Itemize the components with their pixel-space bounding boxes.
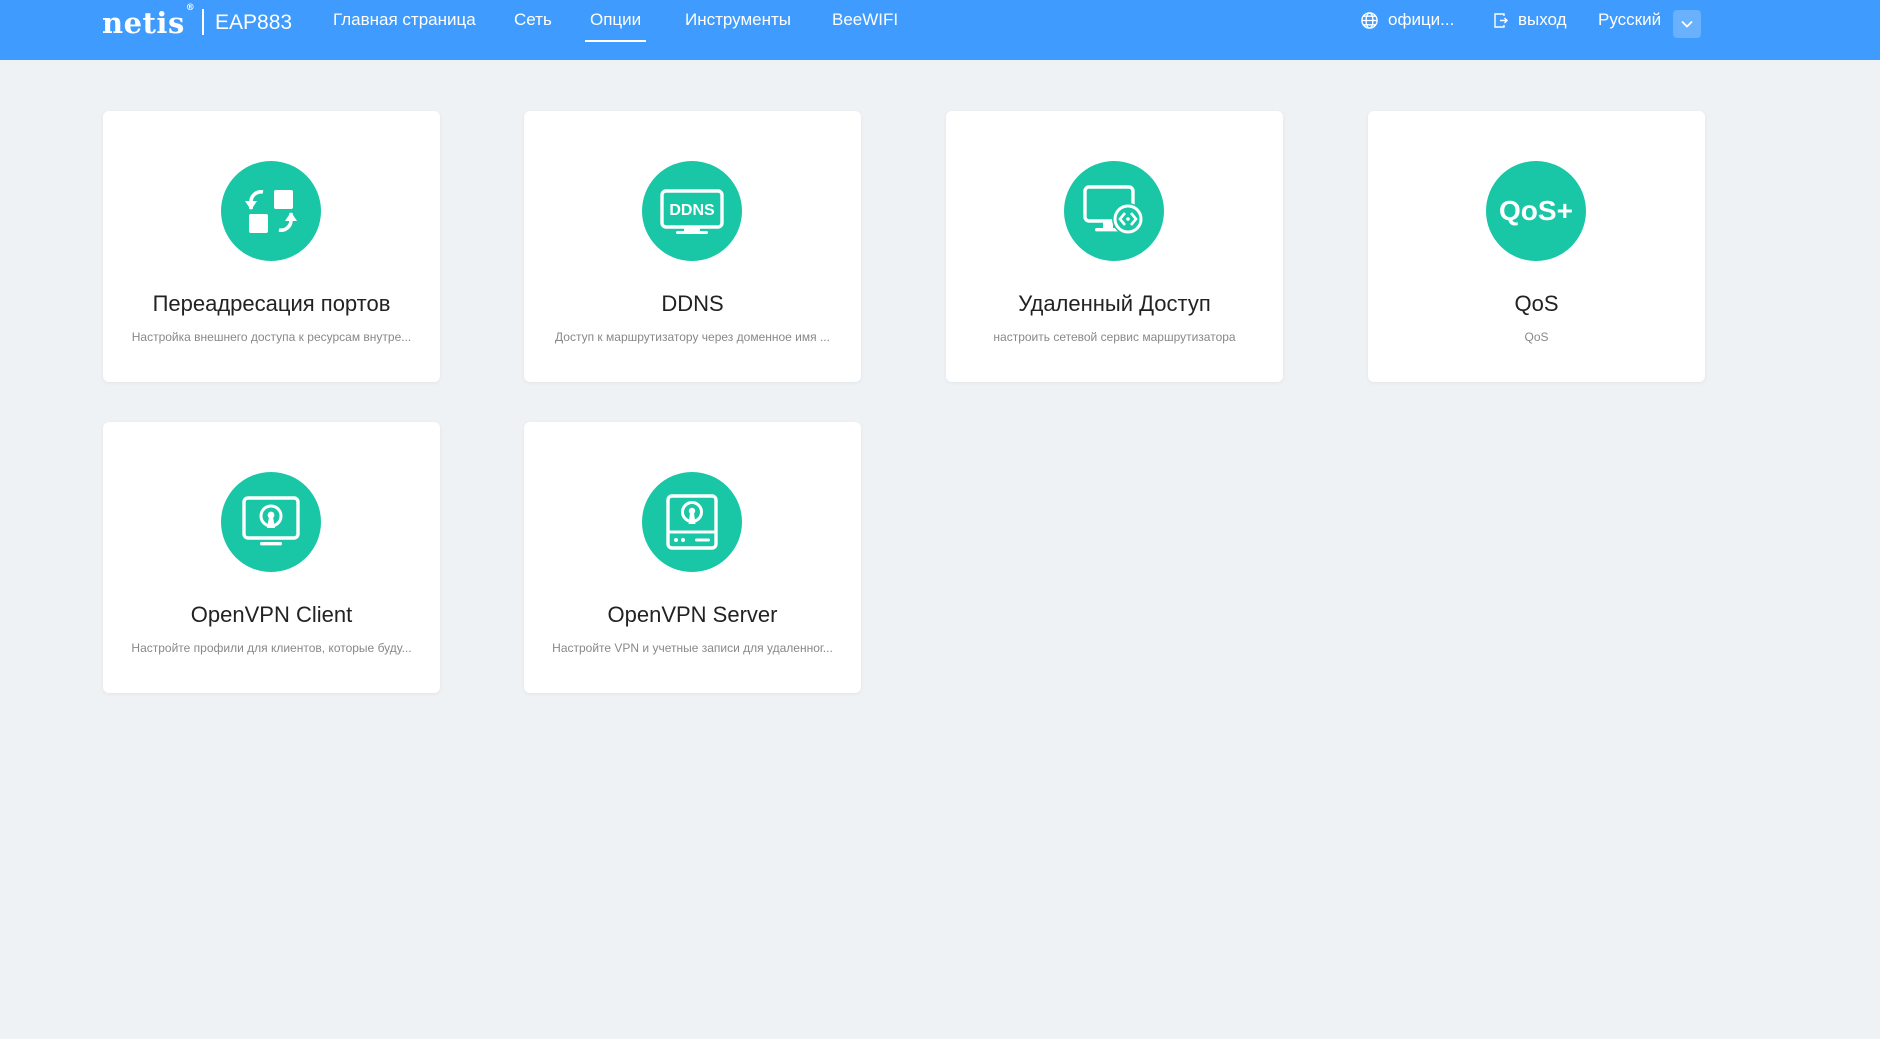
card-description: Настройте профили для клиентов, которые …	[131, 641, 412, 655]
nav-item-home[interactable]: Главная страница	[333, 10, 476, 30]
ddns-icon: DDNS	[642, 161, 742, 261]
qos-icon: QoS+	[1486, 161, 1586, 261]
nav-item-options[interactable]: Опции	[584, 10, 647, 42]
openvpn-client-icon	[221, 472, 321, 572]
globe-icon	[1361, 11, 1378, 29]
card-title: OpenVPN Client	[190, 602, 353, 627]
top-navigation-bar: netis® EAP883 Главная страница Сеть Опци…	[0, 0, 1880, 60]
card-title: OpenVPN Server	[607, 602, 778, 627]
card-qos[interactable]: QoS+ QoS QoS	[1368, 111, 1705, 382]
brand-name: netis	[102, 6, 185, 40]
official-site-label: офици...	[1388, 10, 1455, 29]
card-port-forwarding[interactable]: Переадресация портов Настройка внешнего …	[103, 111, 440, 382]
card-ddns[interactable]: DDNS DDNS Доступ к маршрутизатору через …	[524, 111, 861, 382]
card-description: Доступ к маршрутизатору через доменное и…	[555, 330, 830, 344]
card-title: QoS	[1514, 291, 1559, 316]
nav-item-beewifi[interactable]: BeeWIFI	[832, 10, 898, 30]
device-model: EAP883	[215, 11, 293, 34]
logo-divider	[202, 9, 204, 35]
language-selector-label[interactable]: Русский	[1598, 10, 1661, 30]
logout-icon	[1494, 12, 1508, 28]
chevron-down-icon	[1681, 20, 1693, 28]
logout-button[interactable]: выход	[1493, 10, 1567, 30]
logout-label: выход	[1518, 10, 1567, 29]
card-openvpn-client[interactable]: OpenVPN Client Настройте профили для кли…	[103, 422, 440, 693]
card-description: настроить сетевой сервис маршрутизатора	[993, 330, 1236, 344]
card-description: Настройте VPN и учетные записи для удале…	[552, 641, 833, 655]
remote-access-icon	[1064, 161, 1164, 261]
openvpn-server-icon	[642, 472, 742, 572]
port-forwarding-icon	[221, 161, 321, 261]
card-description: QoS	[1524, 330, 1549, 344]
language-dropdown-button[interactable]	[1673, 10, 1701, 38]
card-openvpn-server[interactable]: OpenVPN Server Настройте VPN и учетные з…	[524, 422, 861, 693]
ddns-icon-text: DDNS	[669, 202, 715, 219]
qos-icon-text: QoS+	[1499, 195, 1573, 226]
brand-registered-mark: ®	[185, 3, 196, 14]
card-title: Переадресация портов	[152, 291, 391, 316]
card-description: Настройка внешнего доступа к ресурсам вн…	[131, 330, 412, 344]
nav-item-tools[interactable]: Инструменты	[685, 10, 791, 30]
card-remote-access[interactable]: Удаленный Доступ настроить сетевой серви…	[946, 111, 1283, 382]
card-title: Удаленный Доступ	[1018, 291, 1211, 316]
official-site-link[interactable]: офици...	[1360, 10, 1454, 30]
nav-item-network[interactable]: Сеть	[514, 10, 552, 30]
netis-logo[interactable]: netis®	[102, 3, 196, 40]
card-title: DDNS	[661, 291, 724, 316]
